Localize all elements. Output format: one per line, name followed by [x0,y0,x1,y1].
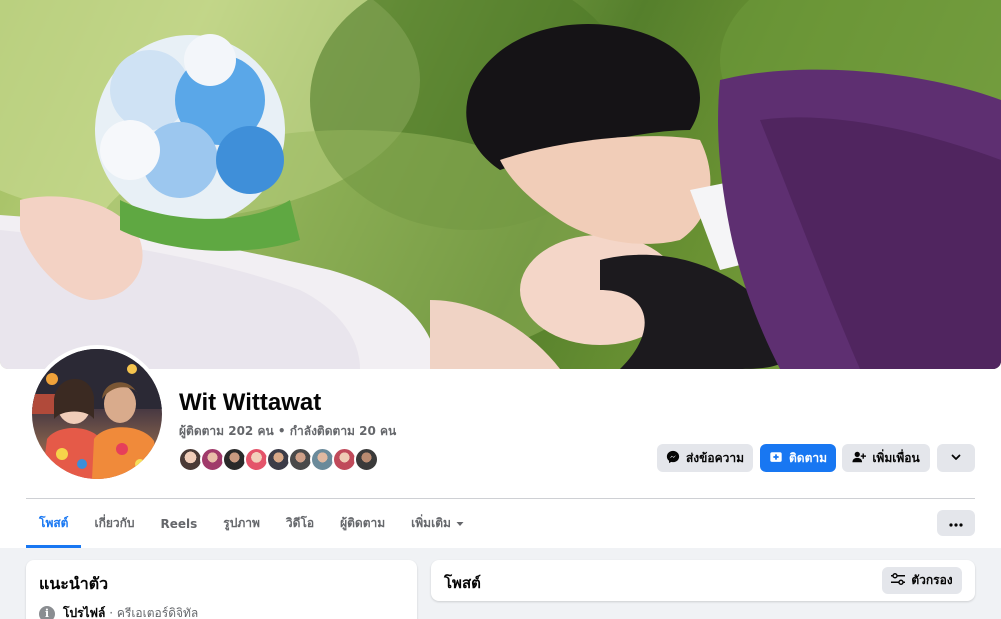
tab-label: วิดีโอ [285,516,315,530]
add-friend-icon [852,450,867,467]
add-friend-button[interactable]: เพิ่มเพื่อน [842,444,930,472]
profile-type-label: โปรไฟล์ [63,606,106,619]
separator: · [105,606,117,619]
follower-avatars[interactable] [178,447,379,473]
caret-down-icon [456,517,464,531]
follow-button[interactable]: ติดตาม [760,444,836,472]
tab-label: เกี่ยวกับ [94,516,135,530]
filter-sliders-icon [891,573,906,588]
more-actions-button[interactable] [937,444,975,472]
more-options-button[interactable] [937,510,975,536]
profile-name: Wit Wittawat [179,389,322,416]
follower-stats[interactable]: ผู้ติดตาม 202 คน • กำลังติดตาม 20 คน [179,422,396,441]
cover-photo[interactable] [0,0,1001,369]
follow-button-label: ติดตาม [788,450,828,465]
profile-avatar[interactable] [28,345,166,483]
intro-profile-row: i โปรไฟล์ · ครีเอเตอร์ดิจิทัล [39,604,198,619]
message-button-label: ส่งข้อความ [685,450,744,465]
follower-avatar[interactable] [354,447,379,472]
messenger-icon [666,450,680,467]
tab-reels[interactable]: Reels [148,499,211,548]
tab-photos[interactable]: รูปภาพ [210,499,273,548]
profile-header: Wit Wittawat ผู้ติดตาม 202 คน • กำลังติด… [0,0,1001,548]
profile-category: ครีเอเตอร์ดิจิทัล [116,606,199,619]
posts-title: โพสต์ [444,574,481,592]
ellipsis-icon [949,515,963,531]
tab-label: โพสต์ [39,516,69,530]
tab-about[interactable]: เกี่ยวกับ [81,499,147,548]
filter-button[interactable]: ตัวกรอง [882,567,962,594]
profile-tabs: โพสต์ เกี่ยวกับ Reels รูปภาพ วิดีโอ ผู้ต… [26,499,477,548]
tab-posts[interactable]: โพสต์ [26,499,82,548]
intro-card: แนะนำตัว i โปรไฟล์ · ครีเอเตอร์ดิจิทัล [26,560,417,619]
message-button[interactable]: ส่งข้อความ [657,444,753,472]
chevron-down-icon [950,451,962,466]
avatar-photo [32,349,162,479]
tab-followers[interactable]: ผู้ติดตาม [327,499,398,548]
tab-label: รูปภาพ [223,516,260,530]
tab-label: Reels [160,516,198,531]
tab-videos[interactable]: วิดีโอ [273,499,327,548]
follow-icon [769,450,783,467]
filter-button-label: ตัวกรอง [911,573,953,587]
intro-title: แนะนำตัว [39,574,109,593]
tab-more[interactable]: เพิ่มเติม [398,499,477,548]
tab-label: ผู้ติดตาม [340,516,386,530]
add-friend-button-label: เพิ่มเพื่อน [872,450,920,465]
info-icon: i [39,605,55,619]
posts-card: โพสต์ ตัวกรอง [431,560,975,601]
tab-label: เพิ่มเติม [411,516,451,530]
